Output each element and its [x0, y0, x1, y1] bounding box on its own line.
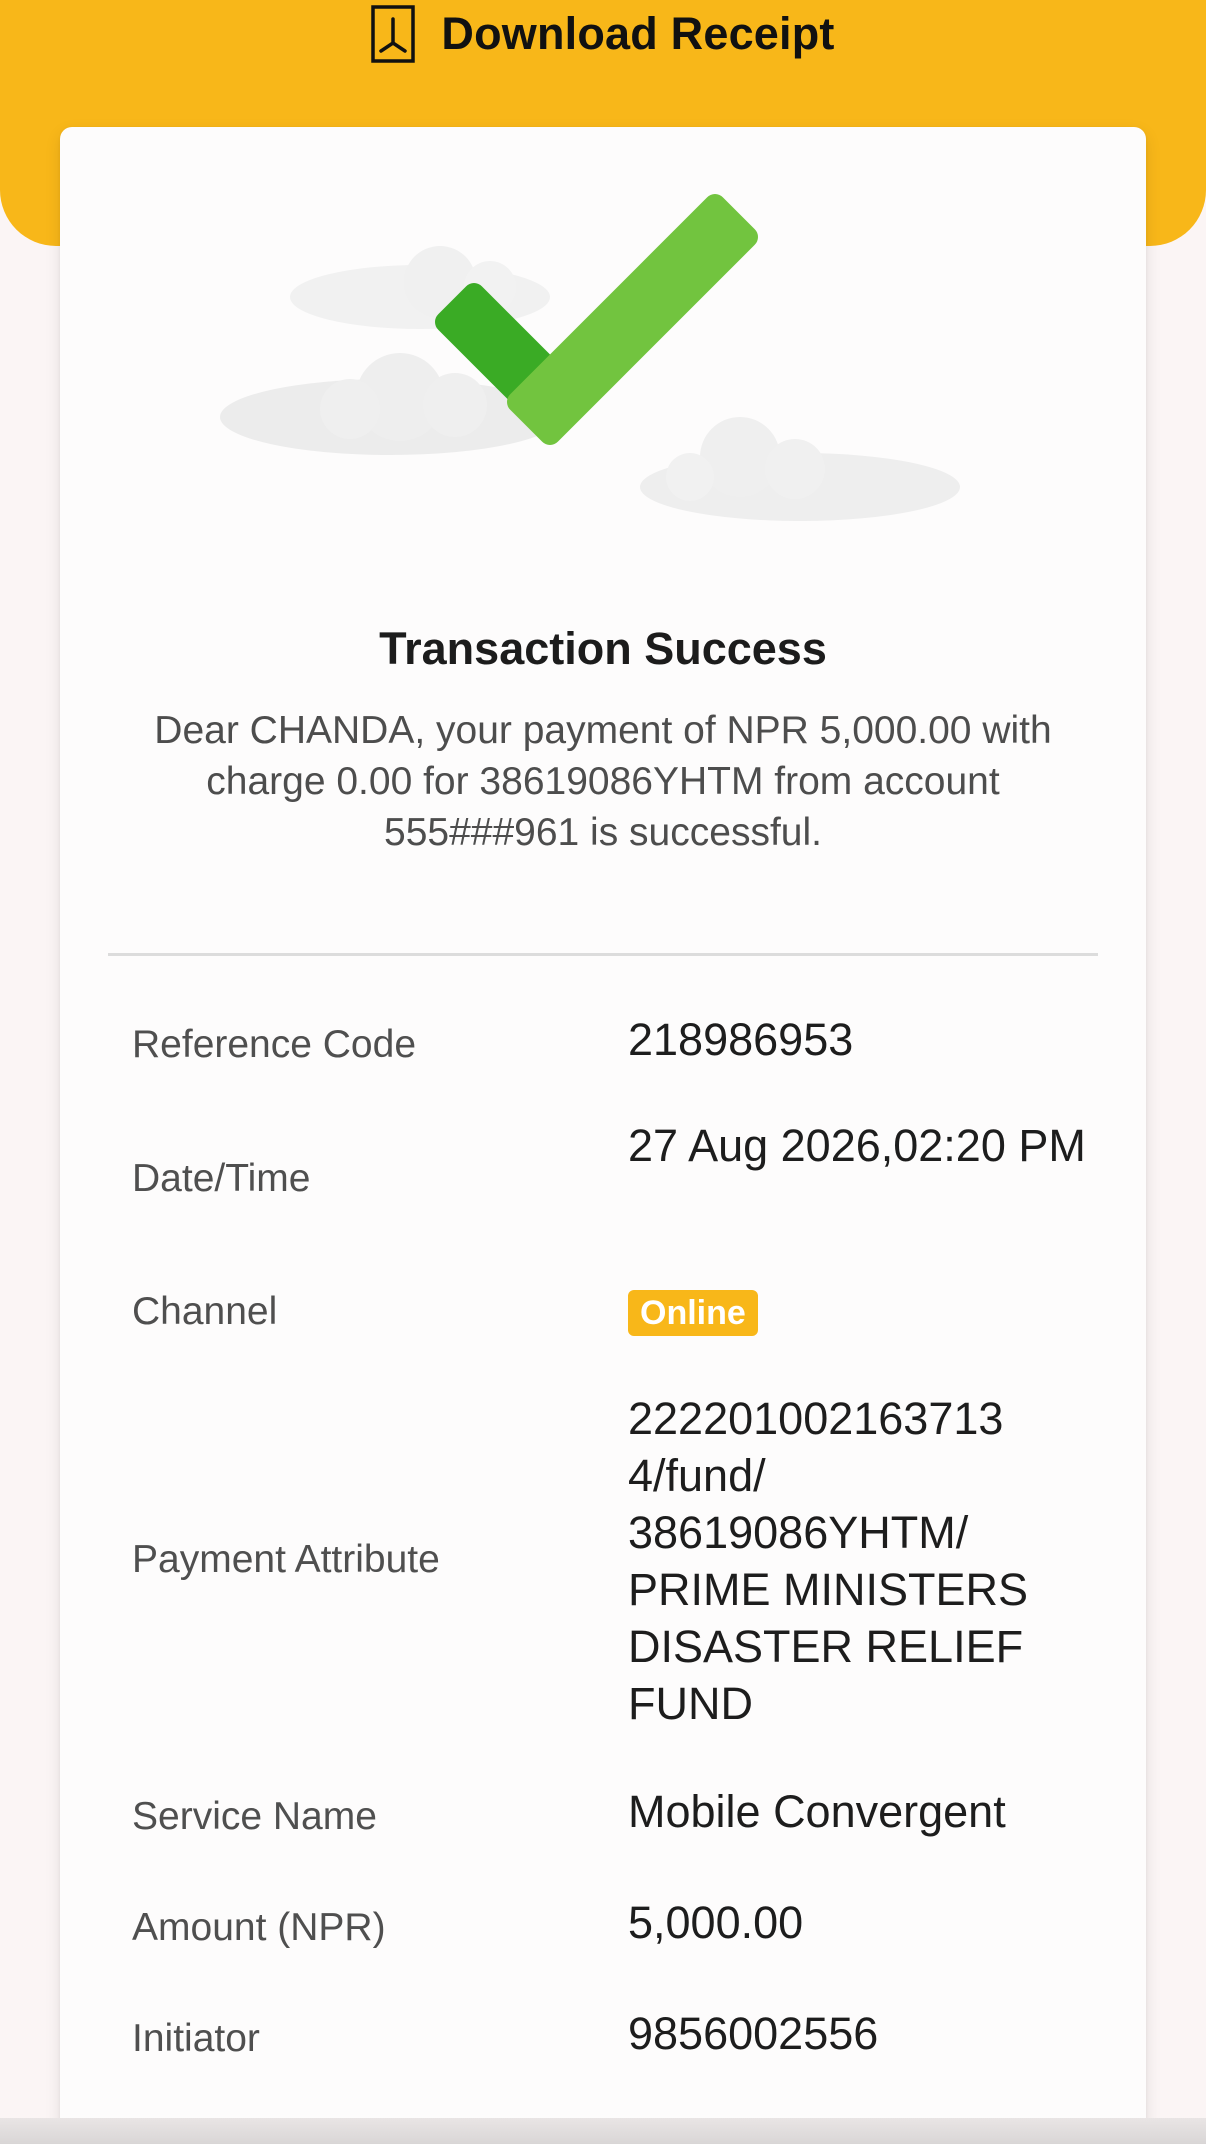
initiator-label: Initiator — [132, 2017, 260, 2060]
pdf-icon — [371, 5, 416, 63]
service-name-label: Service Name — [132, 1795, 377, 1838]
download-receipt-button[interactable]: Download Receipt — [0, 0, 1206, 68]
channel-badge: Online — [628, 1290, 758, 1336]
receipt-screen: Download Receipt Transaction Success Dea… — [0, 0, 1206, 2144]
amount-value: 5,000.00 — [628, 1897, 804, 1948]
date-time-value: 27 Aug 2026,02:20 PM — [628, 1120, 1086, 1171]
divider — [108, 953, 1098, 956]
channel-label: Channel — [132, 1290, 278, 1333]
reference-code-value: 218986953 — [628, 1014, 854, 1065]
bottom-edge — [0, 2118, 1206, 2144]
date-time-label: Date/Time — [132, 1157, 311, 1200]
transaction-status-title: Transaction Success — [379, 623, 827, 674]
amount-label: Amount (NPR) — [132, 1906, 386, 1949]
initiator-value: 9856002556 — [628, 2008, 879, 2059]
transaction-message: Dear CHANDA, your payment of NPR 5,000.0… — [154, 709, 1052, 854]
reference-code-label: Reference Code — [132, 1023, 417, 1066]
download-receipt-label: Download Receipt — [441, 8, 835, 59]
receipt-card: Transaction Success Dear CHANDA, your pa… — [60, 127, 1146, 2144]
payment-attribute-label: Payment Attribute — [132, 1538, 440, 1581]
service-name-value: Mobile Convergent — [628, 1786, 1006, 1837]
payment-attribute-value: 222201002163713 4/fund/ 38619086YHTM/ PR… — [628, 1393, 1029, 1729]
cloud-icon — [640, 417, 960, 521]
